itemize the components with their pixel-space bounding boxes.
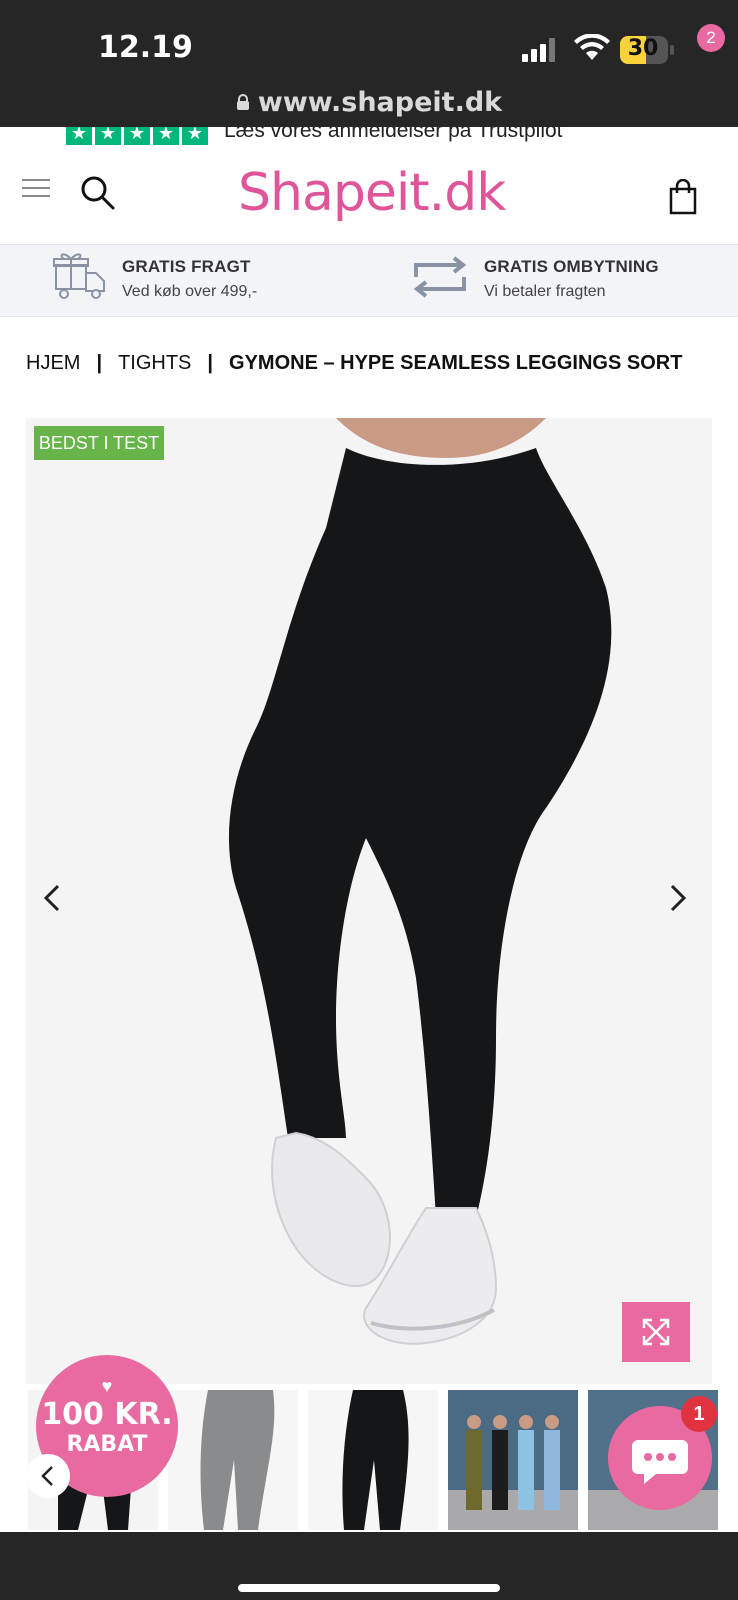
leggings-photo xyxy=(26,418,712,1384)
site-header: Shapeit.dk xyxy=(0,145,738,245)
battery-level: 30 xyxy=(627,36,659,61)
hamburger-menu-icon[interactable] xyxy=(22,173,56,207)
product-main-image[interactable] xyxy=(26,418,712,1384)
breadcrumb-separator: | xyxy=(207,352,214,374)
star-icon: ★ xyxy=(66,127,92,145)
status-time: 12.19 xyxy=(98,30,193,65)
chat-notification-badge: 1 xyxy=(681,1396,717,1432)
thumbnail[interactable] xyxy=(448,1390,578,1530)
star-icon: ★ xyxy=(124,127,150,145)
usp-bar: GRATIS FRAGT Ved køb over 499,- GRATIS O… xyxy=(0,245,738,317)
trustpilot-stars: ★ ★ ★ ★ ★ xyxy=(66,127,208,145)
thumbnail-prev-chevron-icon[interactable] xyxy=(26,1454,70,1498)
wifi-icon xyxy=(574,34,610,60)
breadcrumb-category[interactable]: TIGHTS xyxy=(118,352,191,374)
cart-count-badge: 2 xyxy=(697,24,725,52)
usp-free-exchange: GRATIS OMBYTNING Vi betaler fragten xyxy=(484,257,659,301)
usp-subtitle: Ved køb over 499,- xyxy=(122,283,258,300)
expand-zoom-icon[interactable] xyxy=(622,1302,690,1362)
breadcrumb: HJEM | TIGHTS | GYMONE – HYPE SEAMLESS LEGGI… xyxy=(26,352,682,375)
breadcrumb-home[interactable]: HJEM xyxy=(26,352,80,374)
gift-truck-icon xyxy=(53,253,105,299)
star-icon: ★ xyxy=(153,127,179,145)
breadcrumb-current: GYMONE – HYPE SEAMLESS LEGGINGS SORT xyxy=(229,352,683,374)
promo-amount: 100 KR. xyxy=(41,1397,173,1432)
thumbnail[interactable] xyxy=(168,1390,298,1530)
address-bar[interactable]: www.shapeit.dk xyxy=(0,84,738,120)
lock-icon xyxy=(236,94,249,110)
cellular-signal-icon xyxy=(522,38,555,62)
breadcrumb-separator: | xyxy=(96,352,103,374)
trustpilot-link[interactable]: Læs vores anmeldelser på Trustpilot xyxy=(224,127,563,143)
promo-label: RABAT xyxy=(66,1432,148,1457)
chevron-left-icon[interactable] xyxy=(38,880,66,916)
search-icon[interactable] xyxy=(78,173,118,213)
thumbnail[interactable] xyxy=(308,1390,438,1530)
star-icon: ★ xyxy=(182,127,208,145)
trustpilot-strip[interactable]: ★ ★ ★ ★ ★ Læs vores anmeldelser på Trust… xyxy=(0,127,738,145)
exchange-arrows-icon xyxy=(413,256,467,298)
chevron-right-icon[interactable] xyxy=(664,880,692,916)
usp-free-shipping: GRATIS FRAGT Ved køb over 499,- xyxy=(122,257,257,301)
usp-subtitle: Vi betaler fragten xyxy=(484,283,606,300)
url-text: www.shapeit.dk xyxy=(257,86,503,118)
best-in-test-badge: BEDST I TEST xyxy=(34,426,164,460)
site-logo[interactable]: Shapeit.dk xyxy=(238,163,506,223)
star-icon: ★ xyxy=(95,127,121,145)
usp-title: GRATIS OMBYTNING xyxy=(484,257,659,276)
heart-icon: ♥ xyxy=(101,1376,113,1396)
home-indicator[interactable] xyxy=(238,1584,500,1592)
shopping-bag-icon[interactable] xyxy=(668,179,702,215)
usp-title: GRATIS FRAGT xyxy=(122,257,251,276)
page: 12.19 30 www.shapeit.dk ★ ★ ★ ★ ★ Læs vo… xyxy=(0,0,738,1600)
